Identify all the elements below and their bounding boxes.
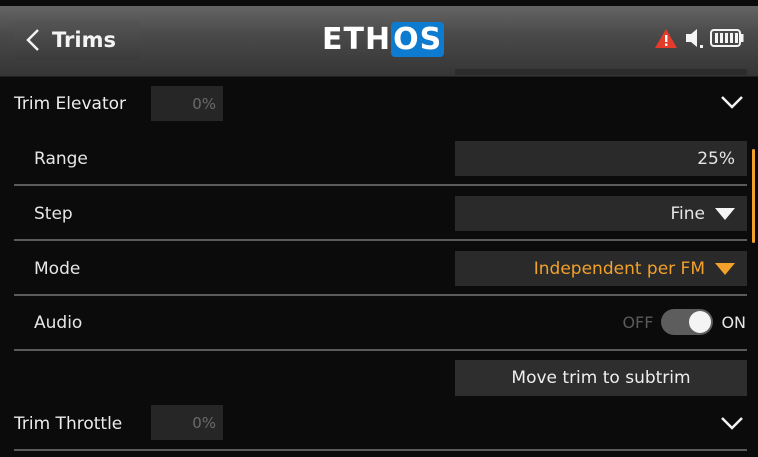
mode-select[interactable]: Independent per FM bbox=[455, 251, 747, 286]
top-edge bbox=[0, 0, 758, 6]
step-label: Step bbox=[34, 204, 73, 224]
chevron-up-down-icon[interactable] bbox=[720, 95, 744, 109]
mode-value: Independent per FM bbox=[533, 258, 705, 279]
page-title: Trims bbox=[52, 28, 116, 52]
trim-elevator-label[interactable]: Trim Elevator bbox=[14, 94, 126, 114]
scrollbar[interactable] bbox=[752, 149, 755, 243]
range-label: Range bbox=[34, 149, 88, 169]
trim-throttle-label[interactable]: Trim Throttle bbox=[14, 414, 122, 434]
chevron-down-icon[interactable] bbox=[720, 416, 744, 430]
audio-toggle[interactable]: OFF ON bbox=[622, 309, 746, 335]
warning-icon bbox=[655, 28, 677, 48]
battery-icon bbox=[710, 29, 744, 47]
trim-throttle-value: 0% bbox=[151, 405, 223, 440]
audio-on-label: ON bbox=[721, 312, 746, 332]
speaker-icon bbox=[686, 29, 703, 48]
ethos-logo: ETHOS bbox=[322, 22, 445, 57]
mode-label: Mode bbox=[34, 259, 81, 279]
back-chevron-icon bbox=[26, 29, 39, 51]
top-bar: Trims ETHOS bbox=[0, 0, 758, 77]
audio-label: Audio bbox=[34, 313, 83, 333]
row-divider bbox=[14, 294, 747, 296]
logo-accent: OS bbox=[391, 22, 445, 57]
back-button[interactable]: Trims bbox=[14, 20, 140, 60]
audio-switch[interactable] bbox=[661, 309, 714, 335]
step-value: Fine bbox=[670, 203, 706, 224]
step-select[interactable]: Fine bbox=[455, 196, 747, 231]
move-trim-to-subtrim-button[interactable]: Move trim to subtrim bbox=[455, 360, 747, 396]
dropdown-triangle-icon bbox=[715, 262, 735, 275]
status-icons bbox=[654, 27, 744, 49]
row-divider bbox=[14, 449, 747, 451]
row-divider bbox=[14, 184, 747, 186]
dropdown-triangle-icon bbox=[715, 207, 735, 220]
switch-knob bbox=[689, 311, 712, 333]
row-divider bbox=[14, 349, 747, 351]
range-value: 25% bbox=[697, 148, 735, 169]
row-divider bbox=[14, 239, 747, 241]
trim-elevator-value: 0% bbox=[151, 86, 223, 121]
previous-item-edge bbox=[455, 69, 747, 75]
range-field[interactable]: 25% bbox=[455, 141, 747, 176]
audio-off-label: OFF bbox=[622, 312, 654, 332]
logo-main: ETH bbox=[322, 22, 392, 57]
